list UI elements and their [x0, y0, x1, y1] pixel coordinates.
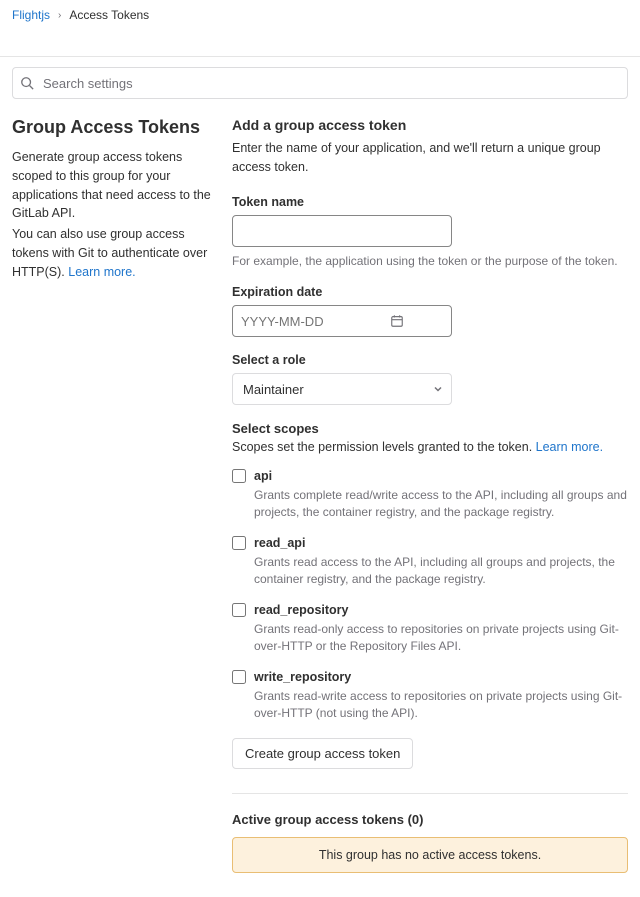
scope-desc: Grants read-only access to repositories … [254, 621, 628, 656]
scope-name: read_api [254, 535, 628, 551]
chevron-right-icon: › [58, 10, 61, 21]
breadcrumb: Flightjs › Access Tokens [12, 0, 628, 32]
token-name-hint: For example, the application using the t… [232, 253, 628, 270]
create-token-button[interactable]: Create group access token [232, 738, 413, 769]
scopes-sub: Scopes set the permission levels granted… [232, 440, 628, 454]
scope-checkbox-api[interactable] [232, 469, 246, 483]
scope-name: api [254, 468, 628, 484]
divider [232, 793, 628, 794]
left-desc-1: Generate group access tokens scoped to t… [12, 148, 212, 223]
scope-desc: Grants read-write access to repositories… [254, 688, 628, 723]
scope-checkbox-read-repository[interactable] [232, 603, 246, 617]
scope-name: read_repository [254, 602, 628, 618]
scope-item: api Grants complete read/write access to … [232, 468, 628, 521]
search-settings [12, 67, 628, 99]
scopes-learn-more-link[interactable]: Learn more. [536, 440, 603, 454]
breadcrumb-group-link[interactable]: Flightjs [12, 8, 50, 22]
token-name-label: Token name [232, 195, 628, 209]
search-input[interactable] [12, 67, 628, 99]
expiration-label: Expiration date [232, 285, 628, 299]
scope-desc: Grants complete read/write access to the… [254, 487, 628, 522]
left-desc-2: You can also use group access tokens wit… [12, 225, 212, 281]
breadcrumb-current: Access Tokens [69, 8, 149, 22]
token-name-input[interactable] [232, 215, 452, 247]
learn-more-link[interactable]: Learn more. [68, 265, 135, 279]
empty-tokens-alert: This group has no active access tokens. [232, 837, 628, 873]
scopes-label: Select scopes [232, 421, 628, 436]
scope-desc: Grants read access to the API, including… [254, 554, 628, 589]
scope-item: write_repository Grants read-write access… [232, 669, 628, 722]
role-label: Select a role [232, 353, 628, 367]
scope-checkbox-read-api[interactable] [232, 536, 246, 550]
form-desc: Enter the name of your application, and … [232, 139, 628, 177]
expiration-input[interactable] [232, 305, 452, 337]
form-heading: Add a group access token [232, 117, 628, 133]
role-select[interactable]: Maintainer [232, 373, 452, 405]
scope-item: read_api Grants read access to the API, i… [232, 535, 628, 588]
scope-checkbox-write-repository[interactable] [232, 670, 246, 684]
page-title: Group Access Tokens [12, 117, 212, 138]
calendar-icon[interactable] [390, 314, 404, 328]
scope-item: read_repository Grants read-only access t… [232, 602, 628, 655]
search-icon [20, 76, 34, 90]
active-tokens-heading: Active group access tokens (0) [232, 812, 628, 827]
scope-name: write_repository [254, 669, 628, 685]
